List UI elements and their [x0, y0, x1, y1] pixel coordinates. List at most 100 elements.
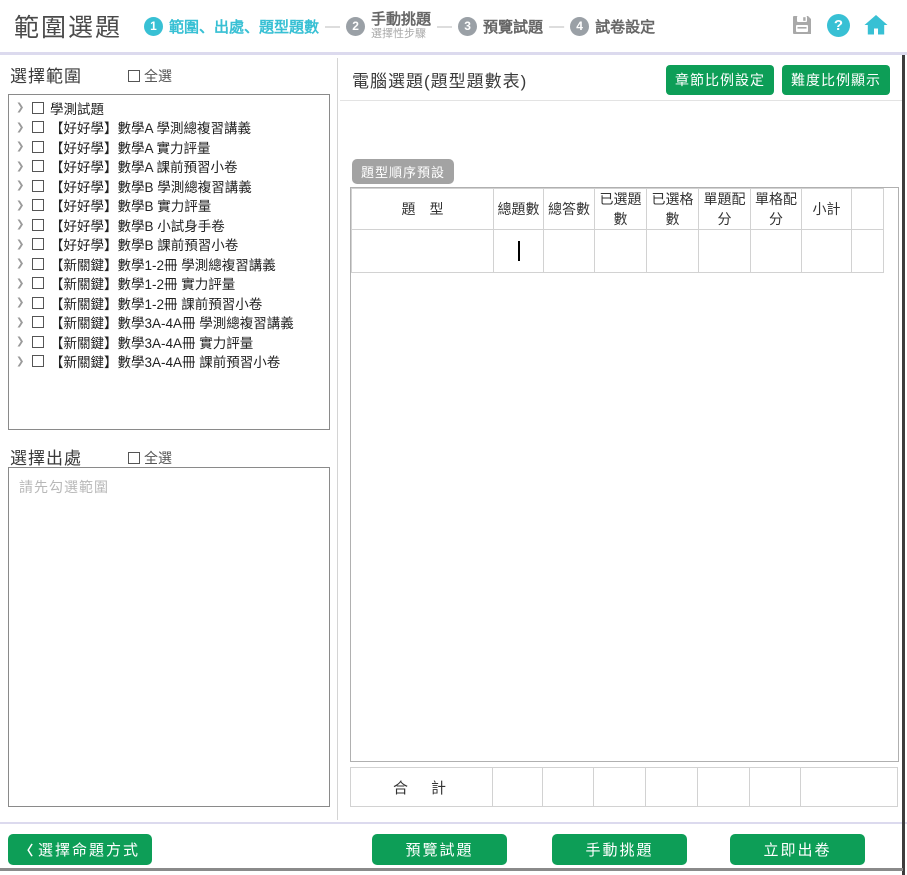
column-header	[852, 189, 884, 230]
home-icon[interactable]	[863, 13, 889, 37]
manual-pick-button[interactable]: 手動挑題	[552, 834, 687, 865]
tree-item-label: 【好好學】數學A 實力評量	[50, 137, 211, 157]
difficulty-ratio-button[interactable]: 難度比例顯示	[782, 65, 890, 95]
tree-item-checkbox[interactable]	[32, 258, 44, 270]
table-row	[352, 230, 884, 273]
tree-item[interactable]: ❯ 【好好學】數學A 實力評量	[9, 137, 329, 157]
preview-questions-button[interactable]: 預覽試題	[372, 834, 507, 865]
tree-item[interactable]: ❯ 【新關鍵】數學1-2冊 實力評量	[9, 274, 329, 294]
step-separator: —	[437, 18, 452, 35]
column-header: 已選題數	[595, 189, 647, 230]
tree-item-label: 【好好學】數學A 學測總複習講義	[50, 117, 251, 137]
generate-paper-button[interactable]: 立即出卷	[730, 834, 865, 865]
chevron-right-icon[interactable]: ❯	[16, 317, 26, 328]
save-icon[interactable]	[790, 13, 814, 37]
step-label: 預覽試題	[483, 16, 543, 37]
tree-item[interactable]: ❯【新關鍵】數學3A-4A冊 課前預習小卷	[9, 352, 329, 372]
window-scrollbar-edge[interactable]	[902, 55, 905, 875]
tree-item-checkbox[interactable]	[32, 141, 44, 153]
chevron-right-icon[interactable]: ❯	[16, 141, 26, 152]
range-select-all-label: 全選	[144, 66, 172, 86]
table-cell[interactable]	[751, 230, 802, 273]
tree-item[interactable]: ❯【新關鍵】數學3A-4A冊 學測總複習講義	[9, 313, 329, 333]
table-cell[interactable]	[352, 230, 494, 273]
question-type-table: 題 型總題數總答數已選題數已選格數單題配分單格配分小計	[351, 188, 884, 273]
wizard-step-4[interactable]: 4試卷設定	[570, 16, 655, 37]
tree-item-checkbox[interactable]	[32, 336, 44, 348]
range-section-title: 選擇範圍	[10, 62, 82, 87]
column-header: 已選格數	[647, 189, 699, 230]
chevron-right-icon[interactable]: ❯	[16, 258, 26, 269]
chevron-right-icon[interactable]: ❯	[16, 336, 26, 347]
step-number-badge: 1	[144, 17, 163, 36]
source-placeholder: 請先勾選範圍	[19, 477, 329, 497]
column-header: 單題配分	[699, 189, 751, 230]
tree-item[interactable]: ❯【新關鍵】數學1-2冊 課前預習小卷	[9, 293, 329, 313]
help-icon[interactable]: ?	[827, 14, 850, 37]
tree-item-checkbox[interactable]	[32, 102, 44, 114]
chevron-right-icon[interactable]: ❯	[16, 180, 26, 191]
wizard-step-3[interactable]: 3預覽試題	[458, 16, 543, 37]
chevron-right-icon[interactable]: ❯	[16, 356, 26, 367]
wizard-step-1[interactable]: 1 範圍、出處、題型題數	[144, 16, 319, 37]
wizard-step-2[interactable]: 2手動挑題選擇性步驟	[346, 12, 431, 41]
table-cell[interactable]	[852, 230, 884, 273]
range-select-all-checkbox[interactable]	[128, 70, 140, 82]
main-title: 電腦選題(題型題數表)	[352, 67, 658, 92]
tree-item[interactable]: ❯【好好學】數學B 學測總複習講義	[9, 176, 329, 196]
tree-item-checkbox[interactable]	[32, 297, 44, 309]
tree-item-checkbox[interactable]	[32, 199, 44, 211]
chevron-right-icon[interactable]: ❯	[16, 102, 26, 113]
table-cell[interactable]	[802, 230, 852, 273]
source-list-box: 請先勾選範圍	[8, 467, 330, 807]
chevron-right-icon[interactable]: ❯	[16, 239, 26, 250]
type-order-chip[interactable]: 題型順序預設	[352, 159, 454, 184]
page-title: 範圍選題	[14, 8, 122, 44]
range-select-all[interactable]: 全選	[128, 66, 172, 86]
tree-item[interactable]: ❯ 【好好學】數學B 課前預習小卷	[9, 235, 329, 255]
step-label: 試卷設定	[595, 16, 655, 37]
tree-item[interactable]: ❯ 學測試題	[9, 98, 329, 118]
back-to-mode-button[interactable]: 〈 選擇命題方式	[8, 834, 152, 865]
question-type-table-container[interactable]: 題 型總題數總答數已選題數已選格數單題配分單格配分小計	[350, 187, 899, 762]
column-header: 小計	[802, 189, 852, 230]
tree-item-label: 學測試題	[50, 98, 104, 118]
tree-item[interactable]: ❯【好好學】數學A 課前預習小卷	[9, 157, 329, 177]
source-select-all-checkbox[interactable]	[128, 452, 140, 464]
chevron-right-icon[interactable]: ❯	[16, 122, 26, 133]
table-cell[interactable]	[699, 230, 751, 273]
source-select-all[interactable]: 全選	[128, 448, 172, 468]
table-cell[interactable]	[544, 230, 595, 273]
tree-item[interactable]: ❯【新關鍵】數學1-2冊 學測總複習講義	[9, 254, 329, 274]
totals-cell	[646, 768, 698, 807]
chapter-ratio-button[interactable]: 章節比例設定	[666, 65, 774, 95]
table-cell[interactable]	[595, 230, 647, 273]
range-tree: ❯學測試題❯【好好學】數學A 學測總複習講義❯【好好學】數學A 實力評量❯【好好…	[8, 94, 330, 430]
tree-item-checkbox[interactable]	[32, 355, 44, 367]
tree-item-label: 【好好學】數學B 課前預習小卷	[50, 234, 238, 254]
tree-item-label: 【新關鍵】數學1-2冊 實力評量	[50, 273, 235, 293]
tree-item[interactable]: ❯ 【好好學】數學A 學測總複習講義	[9, 118, 329, 138]
totals-cell	[750, 768, 801, 807]
table-cell[interactable]	[494, 230, 544, 273]
chevron-right-icon[interactable]: ❯	[16, 278, 26, 289]
tree-item-checkbox[interactable]	[32, 121, 44, 133]
chevron-right-icon[interactable]: ❯	[16, 219, 26, 230]
chevron-right-icon[interactable]: ❯	[16, 200, 26, 211]
tree-item-checkbox[interactable]	[32, 238, 44, 250]
tree-item-checkbox[interactable]	[32, 277, 44, 289]
tree-item-label: 【新關鍵】數學3A-4A冊 實力評量	[50, 332, 253, 352]
tree-item[interactable]: ❯ 【新關鍵】數學3A-4A冊 實力評量	[9, 332, 329, 352]
tree-item[interactable]: ❯【好好學】數學B 小試身手卷	[9, 215, 329, 235]
tree-item-checkbox[interactable]	[32, 316, 44, 328]
chevron-left-icon: 〈	[20, 840, 33, 859]
totals-row-container: 合 計	[350, 767, 897, 808]
table-cell[interactable]	[647, 230, 699, 273]
chevron-right-icon[interactable]: ❯	[16, 297, 26, 308]
tree-item-checkbox[interactable]	[32, 160, 44, 172]
chevron-right-icon[interactable]: ❯	[16, 161, 26, 172]
tree-item-checkbox[interactable]	[32, 219, 44, 231]
step-label: 範圍、出處、題型題數	[169, 16, 319, 37]
tree-item-checkbox[interactable]	[32, 180, 44, 192]
tree-item[interactable]: ❯【好好學】數學B 實力評量	[9, 196, 329, 216]
